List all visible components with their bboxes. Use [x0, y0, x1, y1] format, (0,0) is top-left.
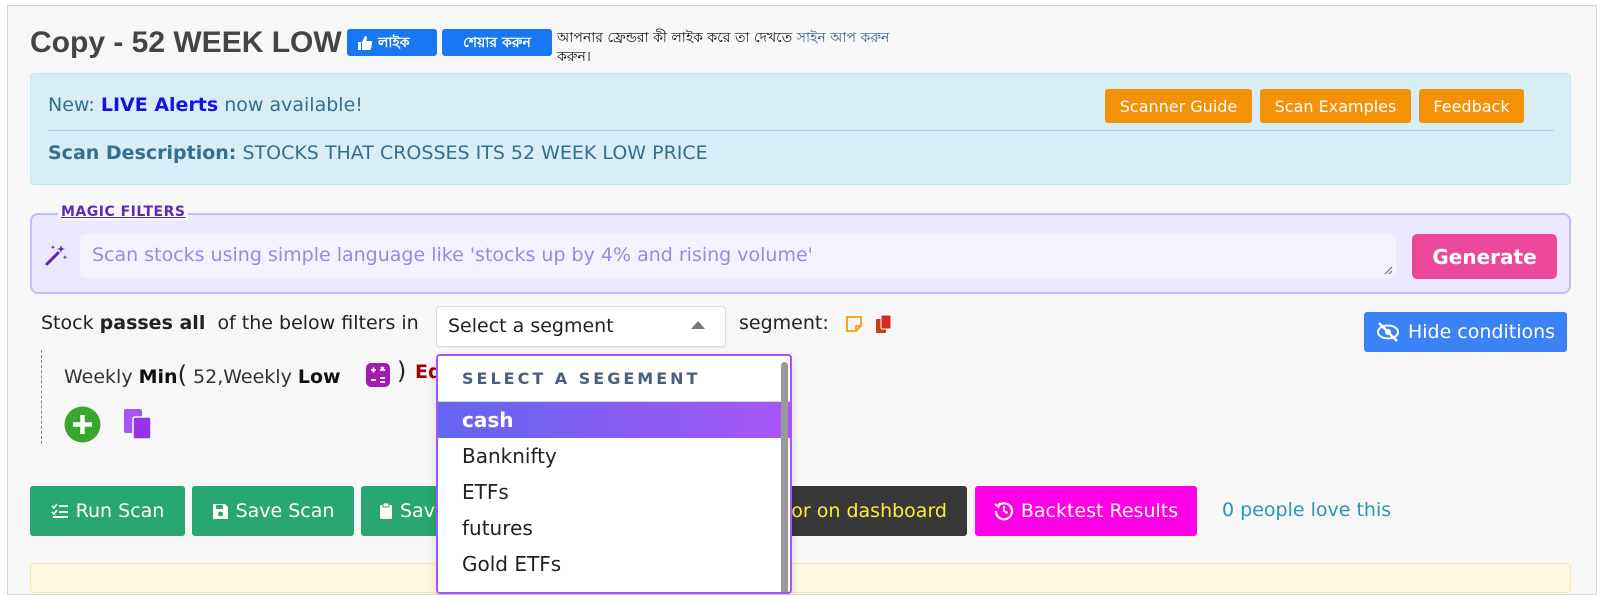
segment-option-gold-etfs[interactable]: Gold ETFs — [438, 546, 790, 582]
new-feature-line: New: LIVE Alerts now available! — [48, 94, 363, 116]
save-scan-label: Save Scan — [235, 500, 335, 522]
segment-option-etfs[interactable]: ETFs — [438, 474, 790, 510]
thumbs-up-icon — [358, 35, 373, 50]
run-scan-label: Run Scan — [75, 500, 165, 522]
fb-text-after: করুন। — [557, 49, 591, 65]
add-circle-icon[interactable] — [64, 406, 101, 443]
note-icon[interactable] — [845, 315, 863, 333]
cond-function[interactable]: Min — [139, 366, 178, 388]
save-as-label: Sav — [400, 500, 435, 522]
run-scan-button[interactable]: Run Scan — [30, 486, 185, 536]
segment-select-placeholder: Select a segment — [448, 315, 614, 337]
resize-grip-icon[interactable] — [1383, 265, 1393, 275]
dropdown-scrollbar[interactable] — [781, 362, 788, 592]
magic-filters-panel: Scan stocks using simple language like '… — [30, 213, 1571, 294]
new-suffix: now available! — [224, 94, 363, 116]
live-alerts-link[interactable]: LIVE Alerts — [101, 94, 218, 116]
passes-all-select[interactable]: passes all — [100, 312, 206, 334]
segment-option-banknifty[interactable]: Banknifty — [438, 438, 790, 474]
floppy-icon — [212, 503, 228, 519]
paste-icon[interactable] — [122, 407, 156, 441]
condition-expression[interactable]: Weekly Min( 52,Weekly Low — [64, 361, 341, 389]
filter-prefix: Stock — [41, 312, 94, 334]
filter-statement: Stock passes all of the below filters in — [41, 312, 419, 334]
cond-attribute[interactable]: Low — [298, 366, 341, 388]
love-count[interactable]: 0 people love this — [1222, 499, 1391, 521]
segment-dropdown[interactable]: SELECT A SEGEMENT cash Banknifty ETFs fu… — [436, 354, 792, 594]
caret-up-icon — [691, 321, 705, 329]
feedback-button[interactable]: Feedback — [1419, 89, 1524, 123]
fb-text-before: আপনার ফ্রেন্ডরা কী লাইক করে তা দেখতে — [557, 30, 793, 46]
fb-signup-link[interactable]: সাইন আপ করুন — [797, 30, 890, 46]
condition-border — [41, 350, 42, 444]
scan-description-text: STOCKS THAT CROSSES ITS 52 WEEK LOW PRIC… — [242, 142, 708, 164]
segment-option-cash[interactable]: cash — [438, 402, 790, 438]
eye-slash-icon — [1376, 322, 1399, 342]
filter-middle: of the below filters in — [217, 312, 419, 334]
segment-select[interactable]: Select a segment — [436, 306, 726, 347]
cond-timeframe-2[interactable]: Weekly — [223, 366, 292, 388]
clipboard-icon — [380, 502, 392, 519]
magic-wand-icon — [45, 245, 68, 266]
segment-label: segment: — [739, 312, 829, 334]
info-alert: New: LIVE Alerts now available! Scanner … — [30, 73, 1571, 185]
backtest-results-button[interactable]: Backtest Results — [975, 486, 1197, 536]
scanner-guide-button[interactable]: Scanner Guide — [1105, 89, 1252, 123]
hide-conditions-button[interactable]: Hide conditions — [1364, 312, 1567, 352]
hide-conditions-label: Hide conditions — [1407, 321, 1556, 343]
cond-arg-period[interactable]: 52 — [193, 366, 217, 388]
fb-share-label: শেয়ার করুন — [463, 34, 531, 51]
segment-option-futures[interactable]: futures — [438, 510, 790, 546]
magic-filter-placeholder: Scan stocks using simple language like '… — [92, 244, 813, 266]
fb-like-button[interactable]: লাইক — [347, 29, 437, 56]
notice-bar — [30, 563, 1571, 593]
new-prefix: New: — [48, 94, 95, 116]
page-title: Copy - 52 WEEK LOW — [30, 26, 342, 59]
monitor-dashboard-label: or on dashboard — [791, 500, 947, 522]
scan-examples-button[interactable]: Scan Examples — [1260, 89, 1411, 123]
segment-dropdown-header: SELECT A SEGEMENT — [438, 356, 790, 402]
list-check-icon — [51, 503, 68, 518]
fb-social-text: আপনার ফ্রেন্ডরা কী লাইক করে তা দেখতে সাই… — [557, 29, 947, 67]
magic-filter-input[interactable]: Scan stocks using simple language like '… — [80, 234, 1396, 278]
fb-share-button[interactable]: শেয়ার করুন — [442, 29, 552, 56]
save-scan-button[interactable]: Save Scan — [192, 486, 354, 536]
cond-open-paren: ( — [177, 361, 187, 389]
cond-timeframe-1[interactable]: Weekly — [64, 366, 133, 388]
copy-icon[interactable] — [875, 314, 893, 334]
fb-like-label: লাইক — [378, 34, 410, 51]
generate-button[interactable]: Generate — [1412, 234, 1557, 279]
scan-description-label: Scan Description: — [48, 142, 237, 164]
calculator-icon[interactable] — [365, 362, 391, 388]
info-divider — [47, 130, 1554, 131]
magic-filters-label: MAGIC FILTERS — [58, 204, 189, 220]
cond-close-paren: ) — [397, 357, 407, 385]
backtest-results-label: Backtest Results — [1020, 500, 1179, 522]
history-icon — [994, 502, 1013, 521]
scan-description: Scan Description: STOCKS THAT CROSSES IT… — [48, 142, 708, 164]
